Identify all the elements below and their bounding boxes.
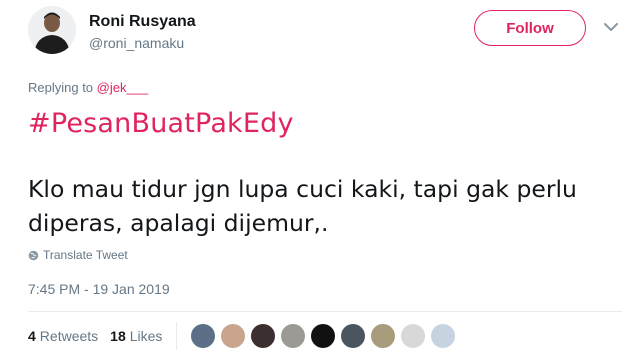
- liker-avatar-3[interactable]: [251, 324, 276, 348]
- liker-avatars: [191, 324, 456, 348]
- likes-label: Likes: [129, 328, 163, 344]
- replying-to-label: Replying to: [28, 80, 94, 95]
- liker-avatar-9[interactable]: [431, 324, 456, 348]
- tweet-header: Roni Rusyana @roni_namaku Follow: [0, 0, 640, 70]
- retweets-stat[interactable]: 4 Retweets: [28, 328, 98, 344]
- liker-avatar-8[interactable]: [401, 324, 426, 348]
- likes-stat[interactable]: 18 Likes: [110, 328, 162, 344]
- replying-to: Replying to @jek___: [28, 80, 148, 95]
- retweets-label: Retweets: [39, 328, 99, 344]
- retweets-count: 4: [28, 328, 36, 344]
- avatar-image: [28, 6, 76, 54]
- divider: [28, 311, 622, 312]
- liker-avatar-2[interactable]: [221, 324, 246, 348]
- liker-avatar-5[interactable]: [311, 324, 336, 348]
- liker-avatar-6[interactable]: [341, 324, 366, 348]
- author-name[interactable]: Roni Rusyana: [89, 13, 196, 31]
- hashtag-link[interactable]: #PesanBuatPakEdy: [28, 108, 294, 139]
- translate-tweet-label: Translate Tweet: [43, 248, 128, 262]
- liker-avatar-7[interactable]: [371, 324, 396, 348]
- follow-button[interactable]: Follow: [474, 10, 586, 46]
- liker-avatar-1[interactable]: [191, 324, 216, 348]
- avatar[interactable]: [28, 6, 76, 54]
- likes-count: 18: [110, 328, 126, 344]
- liker-avatar-4[interactable]: [281, 324, 306, 348]
- translate-tweet-link[interactable]: Translate Tweet: [28, 248, 128, 262]
- tweet-timestamp[interactable]: 7:45 PM - 19 Jan 2019: [28, 281, 170, 297]
- tweet-stats: 4 Retweets 18 Likes: [28, 322, 456, 350]
- tweet-text: Klo mau tidur jgn lupa cuci kaki, tapi g…: [28, 175, 577, 237]
- globe-icon: [28, 250, 39, 260]
- chevron-down-icon[interactable]: [604, 22, 618, 32]
- stats-separator: [176, 322, 178, 350]
- reply-mention-link[interactable]: @jek___: [97, 80, 149, 95]
- author-handle[interactable]: @roni_namaku: [89, 35, 184, 51]
